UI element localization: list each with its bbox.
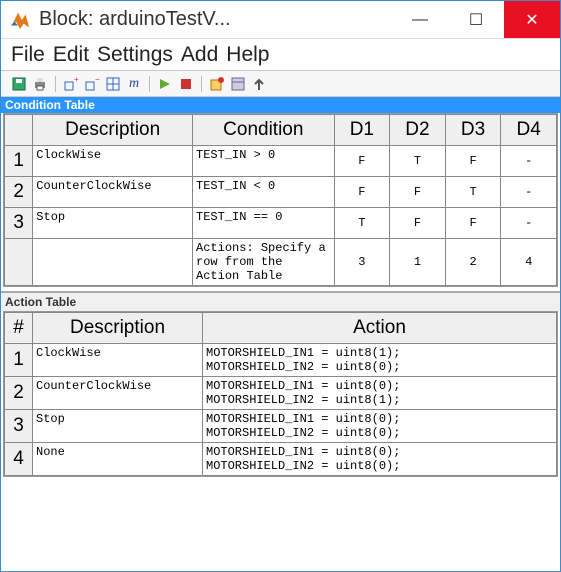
row-number[interactable] (5, 239, 33, 286)
row-number[interactable]: 3 (5, 208, 33, 239)
action-line: MOTORSHIELD_IN1 = uint8(0); (206, 412, 400, 426)
cell-description[interactable]: ClockWise (33, 344, 203, 377)
cell-description[interactable] (33, 239, 193, 286)
diagnostics-icon[interactable] (209, 76, 225, 92)
action-line: MOTORSHIELD_IN2 = uint8(0); (206, 360, 400, 374)
properties-icon[interactable] (230, 76, 246, 92)
cell-action[interactable]: MOTORSHIELD_IN1 = uint8(1);MOTORSHIELD_I… (203, 344, 557, 377)
table-row: 1 ClockWise TEST_IN > 0 F T F - (5, 146, 557, 177)
action-table-header: Action Table (1, 291, 560, 311)
grid-icon[interactable] (105, 76, 121, 92)
table-row: 2 CounterClockWise TEST_IN < 0 F F T - (5, 177, 557, 208)
window-title: Block: arduinoTestV... (39, 8, 392, 31)
cell-d1[interactable]: 3 (334, 239, 390, 286)
cell-description[interactable]: None (33, 443, 203, 476)
action-line: MOTORSHIELD_IN2 = uint8(0); (206, 426, 400, 440)
toolbar-separator (149, 76, 150, 92)
row-number[interactable]: 2 (5, 377, 33, 410)
col-d4[interactable]: D4 (501, 115, 557, 146)
table-row: 2 CounterClockWise MOTORSHIELD_IN1 = uin… (5, 377, 557, 410)
cell-d4[interactable]: - (501, 177, 557, 208)
row-number[interactable]: 1 (5, 146, 33, 177)
delete-row-icon[interactable]: − (84, 76, 100, 92)
row-number[interactable]: 2 (5, 177, 33, 208)
cell-d2[interactable]: T (390, 146, 446, 177)
table-row-actions: Actions: Specify a row from the Action T… (5, 239, 557, 286)
col-description[interactable]: Description (33, 313, 203, 344)
cell-d3[interactable]: T (445, 177, 501, 208)
save-icon[interactable] (11, 76, 27, 92)
font-icon[interactable]: m (126, 76, 142, 92)
condition-table-header: Condition Table (1, 97, 560, 113)
cell-d1[interactable]: T (334, 208, 390, 239)
matlab-icon (9, 9, 31, 31)
cell-d1[interactable]: F (334, 177, 390, 208)
action-line: MOTORSHIELD_IN2 = uint8(1); (206, 393, 400, 407)
cell-condition[interactable]: TEST_IN > 0 (193, 146, 335, 177)
col-description[interactable]: Description (33, 115, 193, 146)
action-line: MOTORSHIELD_IN1 = uint8(1); (206, 346, 400, 360)
row-number[interactable]: 3 (5, 410, 33, 443)
cell-d2[interactable]: F (390, 208, 446, 239)
cell-description[interactable]: Stop (33, 410, 203, 443)
menubar: File Edit Settings Add Help (1, 39, 560, 71)
cell-condition[interactable]: TEST_IN == 0 (193, 208, 335, 239)
minimize-button[interactable]: — (392, 1, 448, 38)
cell-d3[interactable]: F (445, 146, 501, 177)
col-condition[interactable]: Condition (193, 115, 335, 146)
row-number[interactable]: 4 (5, 443, 33, 476)
menu-file[interactable]: File (9, 43, 47, 67)
goto-icon[interactable] (251, 76, 267, 92)
debug-step-icon[interactable] (157, 76, 173, 92)
row-number[interactable]: 1 (5, 344, 33, 377)
table-row: 1 ClockWise MOTORSHIELD_IN1 = uint8(1);M… (5, 344, 557, 377)
action-line: MOTORSHIELD_IN2 = uint8(0); (206, 459, 400, 473)
cell-d2[interactable]: F (390, 177, 446, 208)
menu-add[interactable]: Add (179, 43, 220, 67)
toolbar: + − m (1, 71, 560, 97)
action-table: # Description Action 1 ClockWise MOTORSH… (4, 312, 557, 476)
cell-d4[interactable]: - (501, 208, 557, 239)
cell-d1[interactable]: F (334, 146, 390, 177)
toolbar-separator (55, 76, 56, 92)
toolbar-separator (201, 76, 202, 92)
debug-stop-icon[interactable] (178, 76, 194, 92)
print-icon[interactable] (32, 76, 48, 92)
cell-d3[interactable]: F (445, 208, 501, 239)
col-d3[interactable]: D3 (445, 115, 501, 146)
cell-d3[interactable]: 2 (445, 239, 501, 286)
menu-edit[interactable]: Edit (51, 43, 91, 67)
menu-help[interactable]: Help (224, 43, 271, 67)
col-hash[interactable]: # (5, 313, 33, 344)
cell-description[interactable]: ClockWise (33, 146, 193, 177)
add-row-icon[interactable]: + (63, 76, 79, 92)
table-row: 3 Stop TEST_IN == 0 T F F - (5, 208, 557, 239)
condition-table: Description Condition D1 D2 D3 D4 1 Cloc… (4, 114, 557, 286)
cell-condition[interactable]: TEST_IN < 0 (193, 177, 335, 208)
cell-action[interactable]: MOTORSHIELD_IN1 = uint8(0);MOTORSHIELD_I… (203, 443, 557, 476)
svg-text:+: + (74, 76, 79, 84)
cell-action[interactable]: MOTORSHIELD_IN1 = uint8(0);MOTORSHIELD_I… (203, 410, 557, 443)
col-d1[interactable]: D1 (334, 115, 390, 146)
cell-actions-label[interactable]: Actions: Specify a row from the Action T… (193, 239, 335, 286)
cell-description[interactable]: CounterClockWise (33, 177, 193, 208)
svg-text:−: − (95, 76, 100, 84)
cell-description[interactable]: CounterClockWise (33, 377, 203, 410)
cell-description[interactable]: Stop (33, 208, 193, 239)
close-button[interactable]: ✕ (504, 1, 560, 38)
cell-d4[interactable]: - (501, 146, 557, 177)
titlebar: Block: arduinoTestV... — ☐ ✕ (1, 1, 560, 39)
table-row: 3 Stop MOTORSHIELD_IN1 = uint8(0);MOTORS… (5, 410, 557, 443)
cell-d2[interactable]: 1 (390, 239, 446, 286)
cell-action[interactable]: MOTORSHIELD_IN1 = uint8(0);MOTORSHIELD_I… (203, 377, 557, 410)
corner-cell (5, 115, 33, 146)
menu-settings[interactable]: Settings (95, 43, 175, 67)
cell-d4[interactable]: 4 (501, 239, 557, 286)
maximize-button[interactable]: ☐ (448, 1, 504, 38)
action-line: MOTORSHIELD_IN1 = uint8(0); (206, 445, 400, 459)
action-line: MOTORSHIELD_IN1 = uint8(0); (206, 379, 400, 393)
col-d2[interactable]: D2 (390, 115, 446, 146)
col-action[interactable]: Action (203, 313, 557, 344)
table-row: 4 None MOTORSHIELD_IN1 = uint8(0);MOTORS… (5, 443, 557, 476)
